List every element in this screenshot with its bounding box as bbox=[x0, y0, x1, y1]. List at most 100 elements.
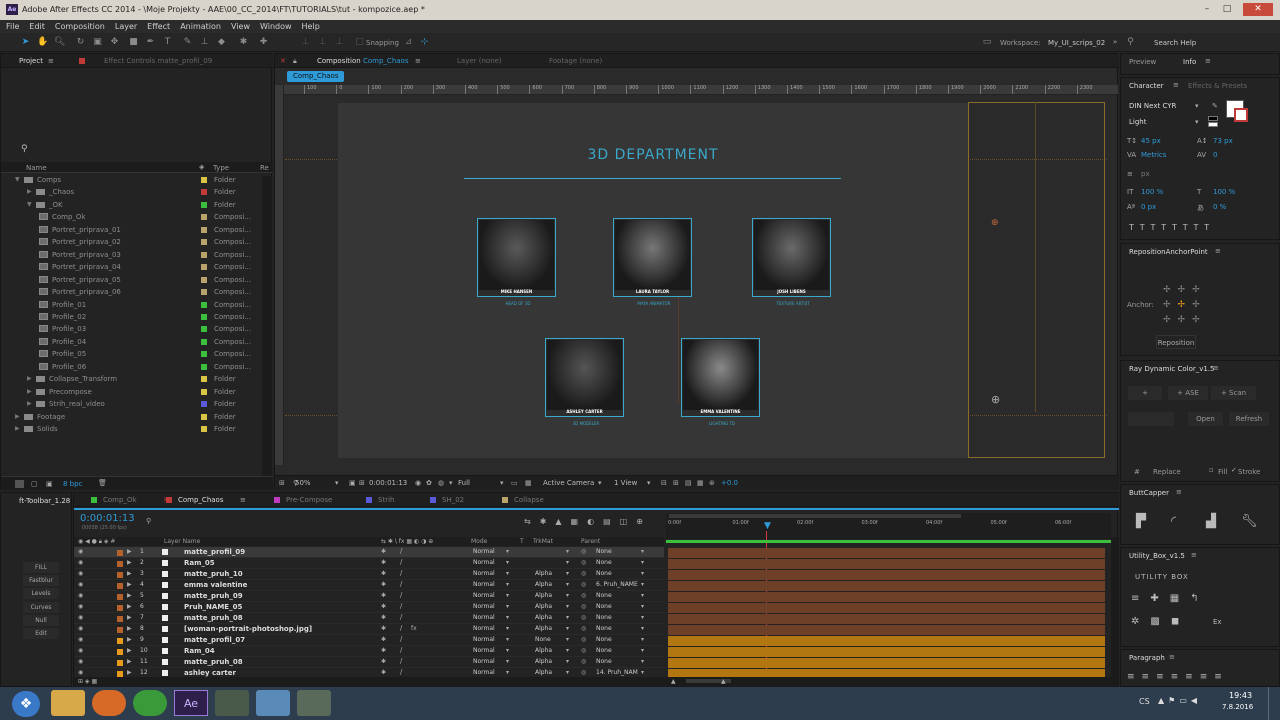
trkmat-dropdown-icon[interactable]: ▾ bbox=[566, 581, 569, 588]
blend-mode-select[interactable]: Normal bbox=[473, 581, 495, 588]
label-color[interactable] bbox=[201, 301, 207, 308]
trkmat-select[interactable]: Alpha bbox=[535, 614, 552, 621]
timeline-tab[interactable]: Collapse bbox=[514, 496, 544, 504]
trkmat-dropdown-icon[interactable]: ▾ bbox=[566, 658, 569, 665]
comp-tab-name[interactable]: Comp_Chaos bbox=[363, 57, 408, 65]
view-dropdown-icon[interactable]: ▾ bbox=[647, 479, 651, 487]
expand-toggle-icon[interactable]: ▶ bbox=[27, 400, 32, 407]
character-tab[interactable]: Character bbox=[1129, 82, 1164, 90]
faux-style-buttons[interactable]: TTTTTTTT bbox=[1129, 223, 1215, 232]
zoom-out-icon[interactable]: ▲ bbox=[671, 678, 676, 685]
layer-row[interactable]: ◉ ▶ 7 matte_pruh_08 ✱ / Normal ▾ Alpha ▾ ◎ None ▾ bbox=[74, 613, 664, 624]
layer-duration-bar[interactable] bbox=[668, 614, 1105, 624]
tsume-value[interactable]: 0 % bbox=[1213, 203, 1226, 211]
col-parent[interactable]: Parent bbox=[581, 538, 600, 545]
expand-layer-icon[interactable]: ▶ bbox=[127, 658, 132, 665]
expand-layer-icon[interactable]: ▶ bbox=[127, 559, 132, 566]
label-color[interactable] bbox=[201, 239, 207, 246]
parent-select[interactable]: None bbox=[596, 614, 612, 621]
fast-preview-icon[interactable]: ⊞ bbox=[673, 479, 679, 487]
trkmat-dropdown-icon[interactable]: ▾ bbox=[566, 592, 569, 599]
zoom-dropdown-icon[interactable]: ▾ bbox=[335, 479, 339, 487]
label-color[interactable] bbox=[201, 313, 207, 320]
project-item[interactable]: Profile_02 Composi... bbox=[1, 311, 256, 323]
label-color[interactable] bbox=[201, 276, 207, 283]
menu-view[interactable]: View bbox=[225, 20, 254, 31]
menu-composition[interactable]: Composition bbox=[49, 20, 109, 31]
timeline-search-icon[interactable]: ⚲ bbox=[146, 517, 151, 525]
after-effects-icon[interactable]: Ae bbox=[174, 690, 208, 716]
visibility-icon[interactable]: ◉ bbox=[78, 548, 83, 555]
parent-select[interactable]: None bbox=[596, 559, 612, 566]
expand-layer-icon[interactable]: ▶ bbox=[127, 625, 132, 632]
quality-icon[interactable]: / bbox=[400, 602, 402, 610]
pixel-aspect-icon[interactable]: ⊟ bbox=[661, 479, 667, 487]
project-item[interactable]: ▶ Footage Folder bbox=[1, 411, 256, 423]
ft-button[interactable]: Edit bbox=[23, 628, 59, 639]
maximize-button[interactable]: □ bbox=[1219, 3, 1235, 16]
portrait-card[interactable]: ASHLEY CARTER 3D MODELER bbox=[545, 338, 624, 426]
parent-select[interactable]: None bbox=[596, 603, 612, 610]
label-color[interactable] bbox=[201, 264, 207, 271]
layer-duration-bar[interactable] bbox=[668, 570, 1105, 580]
comp-timecode[interactable]: 0:00:01:13 bbox=[369, 479, 407, 487]
project-menu-icon[interactable]: ≡ bbox=[48, 57, 54, 65]
menu-effect[interactable]: Effect bbox=[141, 20, 174, 31]
col-layer-name[interactable]: Layer Name bbox=[164, 538, 200, 545]
world-axis-icon[interactable]: ⊥ bbox=[317, 37, 328, 48]
camera-dropdown-icon[interactable]: ▾ bbox=[598, 479, 602, 487]
stroke-unit[interactable]: px bbox=[1141, 170, 1150, 178]
expand-toggle-icon[interactable]: ▶ bbox=[15, 413, 20, 420]
ray-stroke-checkbox[interactable]: ✓ bbox=[1231, 466, 1237, 474]
layer-row[interactable]: ◉ ▶ 1 matte_profil_09 ✱ / Normal ▾ ▾ ◎ None ▾ bbox=[74, 547, 664, 558]
parent-pickwhip-icon[interactable]: ◎ bbox=[581, 636, 586, 643]
comp-canvas[interactable]: 3D DEPARTMENT MIKE HANSEN HEAD OF 3D LAURA… bbox=[338, 103, 968, 458]
layer-row[interactable]: ◉ ▶ 11 matte_pruh_08 ✱ / Normal ▾ Alpha ▾ ◎ None ▾ bbox=[74, 657, 664, 668]
quality-icon[interactable]: / bbox=[400, 580, 402, 588]
ray-refresh-button[interactable]: Refresh bbox=[1229, 412, 1269, 426]
snapshot-icon[interactable]: ◉ bbox=[415, 479, 421, 487]
layer-label-color[interactable] bbox=[117, 572, 123, 578]
mode-dropdown-icon[interactable]: ▾ bbox=[506, 614, 509, 621]
blend-mode-select[interactable]: Normal bbox=[473, 548, 495, 555]
layer-duration-bar[interactable] bbox=[668, 581, 1105, 591]
label-color[interactable] bbox=[201, 201, 207, 208]
trkmat-select[interactable]: Alpha bbox=[535, 592, 552, 599]
firefox-icon[interactable] bbox=[92, 690, 126, 716]
effects-presets-tab[interactable]: Effects & Presets bbox=[1188, 82, 1247, 90]
shy-icon[interactable]: ✱ bbox=[381, 625, 386, 632]
reposition-button[interactable]: Reposition bbox=[1156, 335, 1196, 349]
layer-row[interactable]: ◉ ▶ 5 matte_pruh_09 ✱ / Normal ▾ Alpha ▾ ◎ None ▾ bbox=[74, 591, 664, 602]
visibility-icon[interactable]: ◉ bbox=[78, 658, 83, 665]
expand-toggle-icon[interactable]: ▶ bbox=[27, 388, 32, 395]
col-t[interactable]: T bbox=[520, 538, 524, 545]
trkmat-dropdown-icon[interactable]: ▾ bbox=[566, 603, 569, 610]
quality-icon[interactable]: / bbox=[400, 635, 402, 643]
brush-tool-icon[interactable]: ✎ bbox=[182, 37, 193, 48]
ft-button[interactable]: FILL bbox=[23, 562, 59, 573]
project-item[interactable]: Portret_priprava_02 Composi... bbox=[1, 236, 256, 248]
trkmat-dropdown-icon[interactable]: ▾ bbox=[566, 625, 569, 632]
tray-icons[interactable]: ▲⚑▭◀ bbox=[1158, 696, 1201, 705]
app5-icon[interactable] bbox=[215, 690, 249, 716]
timeline-timecode[interactable]: 0:00:01:13 bbox=[80, 513, 135, 524]
paragraph-menu-icon[interactable]: ≡ bbox=[1169, 653, 1175, 661]
visibility-icon[interactable]: ◉ bbox=[78, 636, 83, 643]
ray-fill-checkbox[interactable]: ▫ bbox=[1209, 466, 1214, 474]
layer-name[interactable]: matte_pruh_08 bbox=[184, 614, 243, 622]
mode-dropdown-icon[interactable]: ▾ bbox=[506, 636, 509, 643]
toggle-mask-icon[interactable]: ▣ bbox=[349, 479, 356, 487]
hscale-value[interactable]: 100 % bbox=[1213, 188, 1235, 196]
shy-icon[interactable]: ✱ bbox=[381, 647, 386, 654]
preview-tab[interactable]: Preview bbox=[1129, 58, 1156, 66]
expand-layer-icon[interactable]: ▶ bbox=[127, 647, 132, 654]
expand-toggle-icon[interactable]: ▶ bbox=[15, 425, 20, 432]
trkmat-select[interactable]: Alpha bbox=[535, 658, 552, 665]
parent-pickwhip-icon[interactable]: ◎ bbox=[581, 592, 586, 599]
trkmat-dropdown-icon[interactable]: ▾ bbox=[566, 647, 569, 654]
layer-duration-bar[interactable] bbox=[668, 647, 1105, 657]
current-time-indicator-icon[interactable]: ▼ bbox=[764, 521, 771, 531]
ray-menu-icon[interactable]: ≡ bbox=[1213, 364, 1219, 372]
show-snapshot-icon[interactable]: ✿ bbox=[426, 479, 432, 487]
selection-tool-icon[interactable]: ➤ bbox=[20, 37, 31, 48]
